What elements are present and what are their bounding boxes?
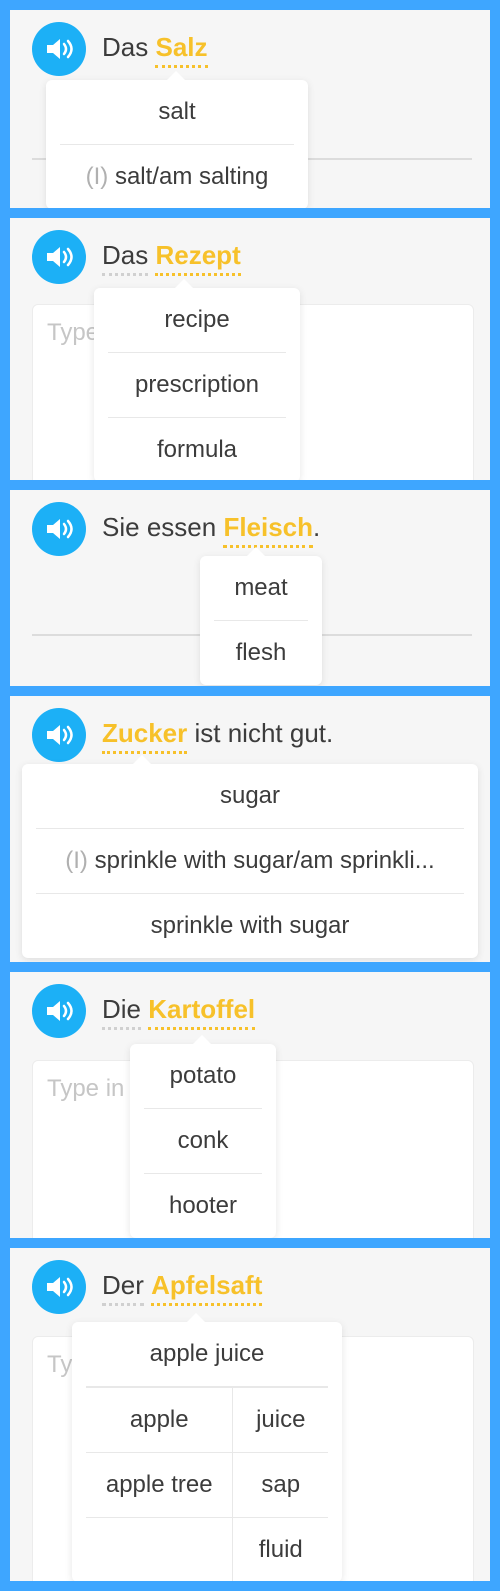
popup-arrow [132,755,152,765]
translation-option[interactable]: recipe [108,288,286,353]
speaker-icon [47,1001,73,1021]
exercise-card-5: Die Kartoffel Type in potato conk hooter [10,972,490,1238]
translation-option[interactable]: prescription [108,353,286,418]
exercise-card-2: Das Rezept Type recipe prescription form… [10,218,490,480]
word[interactable]: Das [102,238,149,276]
word: ist nicht gut. [194,718,334,748]
translation-popup: recipe prescription formula [94,279,300,480]
speaker-icon [47,39,73,59]
word[interactable]: Die [102,992,142,1030]
translation-option[interactable]: potato [144,1044,262,1109]
translation-option-empty [86,1518,232,1581]
compound-breakdown: apple apple tree juice sap fluid [86,1387,328,1581]
exercise-card-4: Zucker ist nicht gut. sugar (I) sprinkle… [10,696,490,962]
exercise-card-6: Der Apfelsaft Ty apple juice apple apple… [10,1248,490,1581]
speaker-button[interactable] [32,502,86,556]
translation-popup: sugar (I) sprinkle with sugar/am sprinkl… [22,755,478,958]
answer-placeholder: Type [47,319,100,346]
translation-option[interactable]: apple [86,1388,233,1453]
compound-right-column: juice sap fluid [232,1388,328,1581]
translation-popup: salt (I) salt/am salting [46,71,308,208]
translation-option[interactable]: sugar [36,764,464,829]
sentence: Das Rezept [102,238,241,276]
translation-popup: meat flesh [200,547,322,685]
word: Das [102,32,149,62]
popup-arrow [246,547,266,557]
punctuation: . [313,512,321,542]
speaker-button[interactable] [32,1260,86,1314]
translation-option[interactable]: (I) salt/am salting [60,145,294,208]
translation-option[interactable]: salt [60,80,294,145]
answer-placeholder: Ty [47,1351,73,1378]
translation-popup: potato conk hooter [130,1035,276,1238]
word-highlighted[interactable]: Kartoffel [148,992,255,1030]
translation-option[interactable]: meat [214,556,308,621]
popup-arrow [186,1313,206,1323]
sentence: Sie essen Fleisch. [102,510,321,548]
word-highlighted[interactable]: Zucker [102,716,188,754]
word: essen [146,512,217,542]
speaker-button[interactable] [32,984,86,1038]
speaker-icon [47,725,73,745]
word-highlighted[interactable]: Apfelsaft [151,1268,263,1306]
compound-left-column: apple apple tree [86,1388,233,1581]
translation-option[interactable]: conk [144,1109,262,1174]
translation-option[interactable]: juice [233,1388,328,1453]
translation-option[interactable]: apple juice [86,1322,328,1387]
translation-option[interactable]: sap [233,1453,328,1518]
exercise-card-1: Das Salz salt (I) salt/am salting [10,10,490,208]
speaker-icon [47,519,73,539]
answer-placeholder: Type in [47,1075,125,1102]
word[interactable]: Der [102,1268,144,1306]
translation-option[interactable]: hooter [144,1174,262,1238]
sentence: Die Kartoffel [102,992,255,1030]
speaker-button[interactable] [32,22,86,76]
sentence: Zucker ist nicht gut. [102,716,334,754]
popup-arrow [192,1035,212,1045]
speaker-icon [47,247,73,267]
popup-arrow [166,71,186,81]
speaker-button[interactable] [32,230,86,284]
translation-option[interactable]: (I) sprinkle with sugar/am sprinkli... [36,829,464,894]
translation-option[interactable]: flesh [214,621,308,685]
speaker-icon [47,1277,73,1297]
exercise-card-3: Sie essen Fleisch. meat flesh [10,490,490,686]
word: Sie [102,512,140,542]
translation-option[interactable]: sprinkle with sugar [36,894,464,958]
speaker-button[interactable] [32,708,86,762]
sentence: Das Salz [102,30,208,68]
translation-option[interactable]: formula [108,418,286,480]
translation-option[interactable]: fluid [233,1518,328,1581]
translation-popup: apple juice apple apple tree juice sap f… [72,1313,342,1581]
popup-arrow [174,279,194,289]
word-highlighted[interactable]: Salz [155,30,208,68]
translation-option[interactable]: apple tree [86,1453,233,1518]
word-highlighted[interactable]: Fleisch [223,510,313,548]
sentence: Der Apfelsaft [102,1268,263,1306]
word-highlighted[interactable]: Rezept [155,238,241,276]
